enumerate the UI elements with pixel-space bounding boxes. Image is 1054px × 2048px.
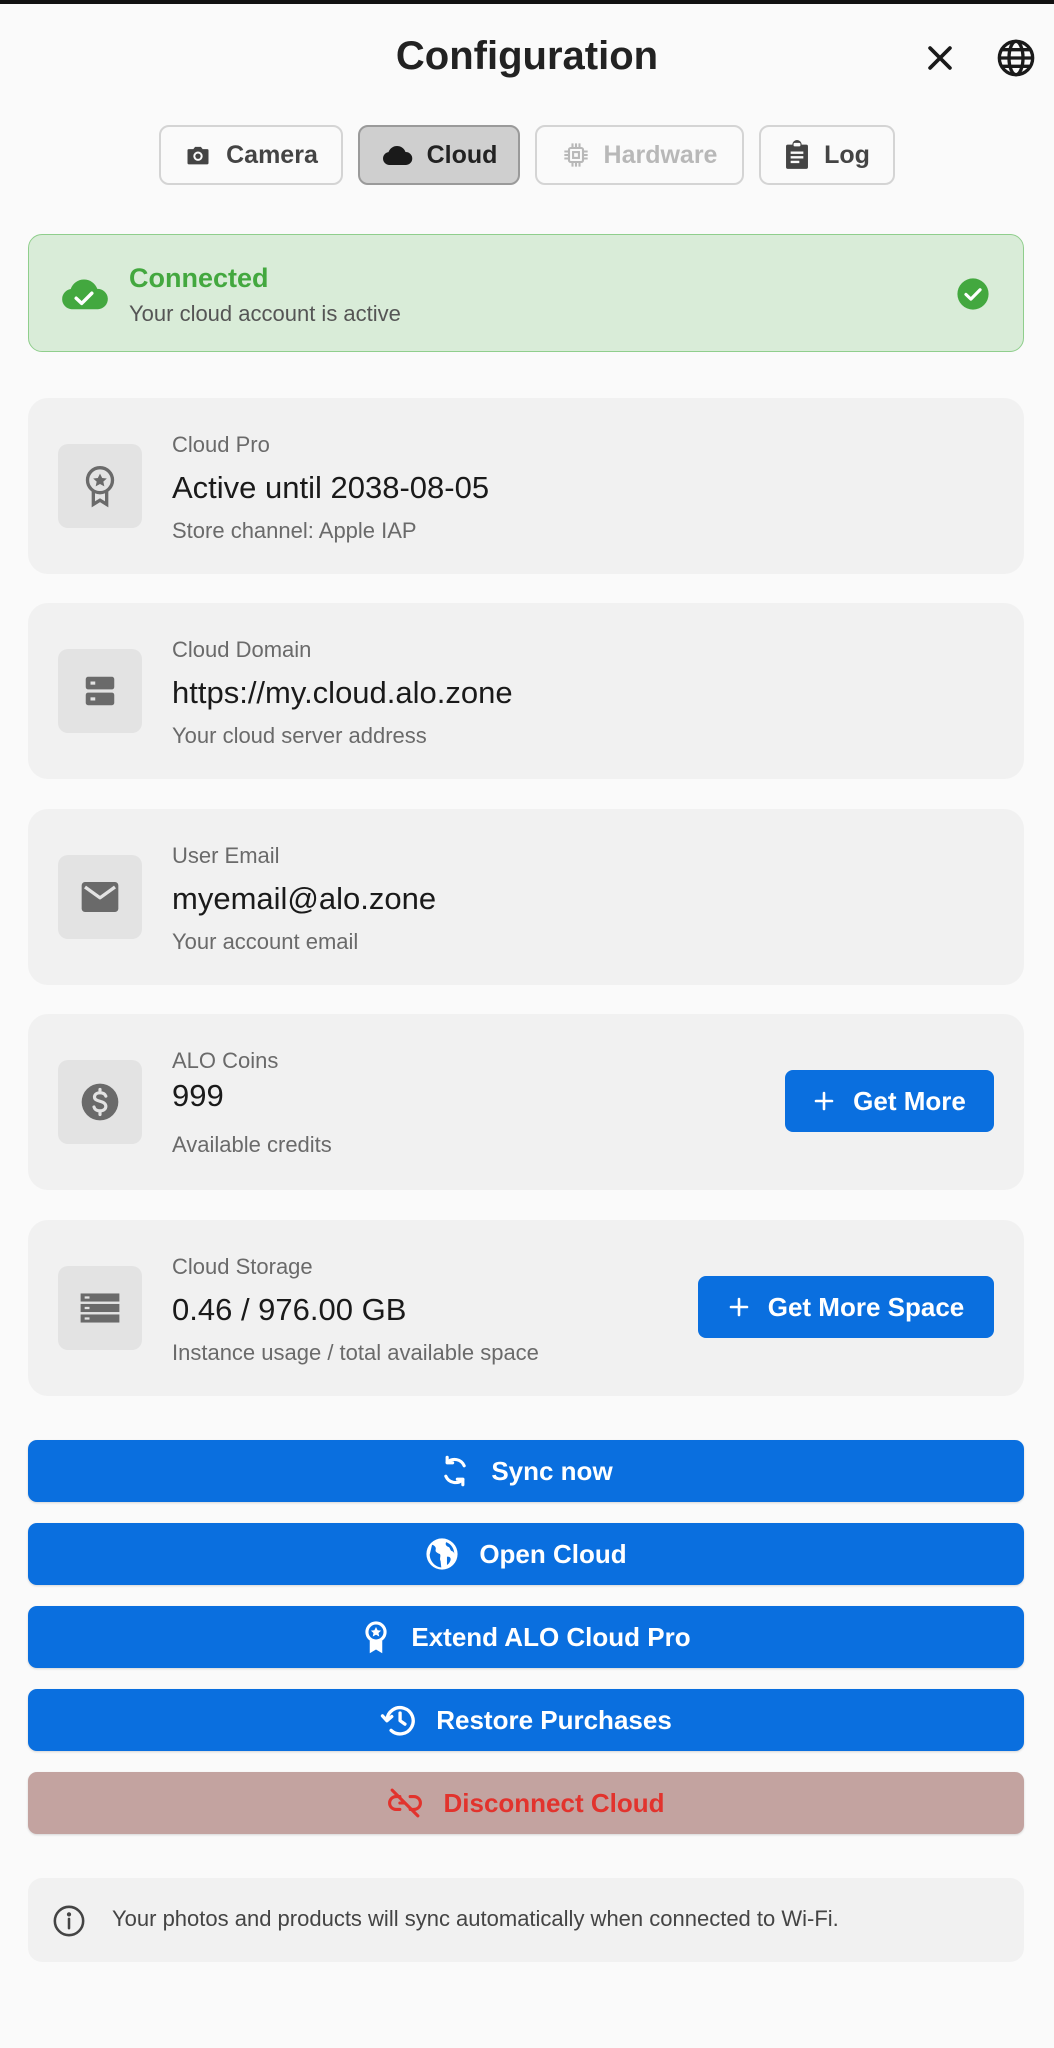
card-subtitle: Your account email (172, 929, 359, 954)
connection-status-banner: Connected Your cloud account is active (28, 234, 1024, 352)
tab-label: Hardware (603, 140, 718, 169)
restore-purchases-button[interactable]: Restore Purchases (28, 1689, 1024, 1751)
card-label: Cloud Pro (172, 432, 270, 457)
close-icon (928, 46, 952, 70)
coins-value: 999 (172, 1078, 224, 1113)
tab-label: Camera (226, 140, 318, 169)
storage-icon (80, 1293, 120, 1323)
storage-usage-value: 0.46 / 976.00 GB (172, 1292, 407, 1327)
card-subtitle: Instance usage / total available space (172, 1340, 539, 1365)
page-title: Configuration (395, 34, 659, 78)
sync-icon (444, 1455, 467, 1487)
open-cloud-button[interactable]: Open Cloud (28, 1523, 1024, 1585)
button-label: Restore Purchases (436, 1704, 672, 1735)
language-button[interactable] (992, 34, 1040, 82)
cloud-pro-card: Cloud Pro Active until 2038-08-05 Store … (28, 398, 1024, 574)
history-icon (381, 1705, 416, 1736)
card-icon-box (58, 1266, 142, 1350)
plus-icon (814, 1091, 834, 1111)
server-icon (85, 676, 115, 706)
status-title: Connected (129, 263, 269, 293)
cloud-domain-card: Cloud Domain https://my.cloud.alo.zone Y… (28, 603, 1024, 779)
button-label: Open Cloud (479, 1538, 627, 1569)
info-icon (53, 1905, 85, 1937)
get-more-coins-button[interactable]: Get More (785, 1070, 994, 1132)
camera-icon (187, 146, 209, 165)
plus-icon (729, 1297, 749, 1317)
card-subtitle: Available credits (172, 1132, 332, 1157)
header: Configuration (0, 4, 1054, 116)
card-icon-box (58, 649, 142, 733)
card-label: Cloud Storage (172, 1254, 313, 1279)
card-label: ALO Coins (172, 1048, 279, 1073)
link-off-icon (388, 1788, 423, 1818)
card-icon-box (58, 855, 142, 939)
user-email-card: User Email myemail@alo.zone Your account… (28, 809, 1024, 985)
cloud-icon (382, 146, 412, 165)
tab-hardware[interactable]: Hardware (535, 125, 744, 185)
button-label: Sync now (491, 1455, 613, 1486)
button-label: Extend ALO Cloud Pro (411, 1621, 691, 1652)
status-subtitle: Your cloud account is active (129, 301, 401, 326)
alo-coins-card: ALO Coins 999 Available credits Get More (28, 1014, 1024, 1190)
clipboard-icon (786, 140, 809, 169)
info-note: Your photos and products will sync autom… (28, 1878, 1024, 1962)
award-icon (85, 465, 115, 508)
info-text: Your photos and products will sync autom… (112, 1906, 839, 1931)
tab-camera[interactable]: Camera (159, 125, 343, 185)
card-label: Cloud Domain (172, 637, 312, 662)
store-channel: Store channel: Apple IAP (172, 518, 417, 543)
button-label: Disconnect Cloud (443, 1787, 665, 1818)
globe-icon (426, 1538, 458, 1570)
close-button[interactable] (916, 34, 964, 82)
dollar-icon (81, 1083, 119, 1121)
check-circle-icon (957, 278, 989, 310)
card-subtitle: Your cloud server address (172, 723, 427, 748)
cloud-storage-card: Cloud Storage 0.46 / 976.00 GB Instance … (28, 1220, 1024, 1396)
sync-now-button[interactable]: Sync now (28, 1440, 1024, 1502)
award-icon (365, 1621, 387, 1654)
cloud-domain-value[interactable]: https://my.cloud.alo.zone (172, 675, 513, 711)
tab-label: Log (824, 140, 870, 169)
tab-label: Cloud (426, 140, 498, 169)
tab-cloud[interactable]: Cloud (358, 125, 520, 185)
card-icon-box (58, 1060, 142, 1144)
card-label: User Email (172, 843, 280, 868)
button-label: Get More (853, 1085, 966, 1116)
subscription-status: Active until 2038-08-05 (172, 470, 490, 505)
card-icon-box (58, 444, 142, 528)
chip-icon (563, 143, 588, 167)
user-email-value[interactable]: myemail@alo.zone (172, 881, 436, 917)
extend-cloud-pro-button[interactable]: Extend ALO Cloud Pro (28, 1606, 1024, 1668)
button-label: Get More Space (767, 1291, 965, 1322)
get-more-space-button[interactable]: Get More Space (698, 1276, 994, 1338)
cloud-done-icon (62, 279, 108, 310)
tab-bar: Camera Cloud Hardware Log (0, 125, 1054, 185)
tab-log[interactable]: Log (759, 125, 895, 185)
globe-icon (997, 39, 1035, 77)
disconnect-cloud-button[interactable]: Disconnect Cloud (28, 1772, 1024, 1834)
mail-icon (81, 882, 119, 912)
